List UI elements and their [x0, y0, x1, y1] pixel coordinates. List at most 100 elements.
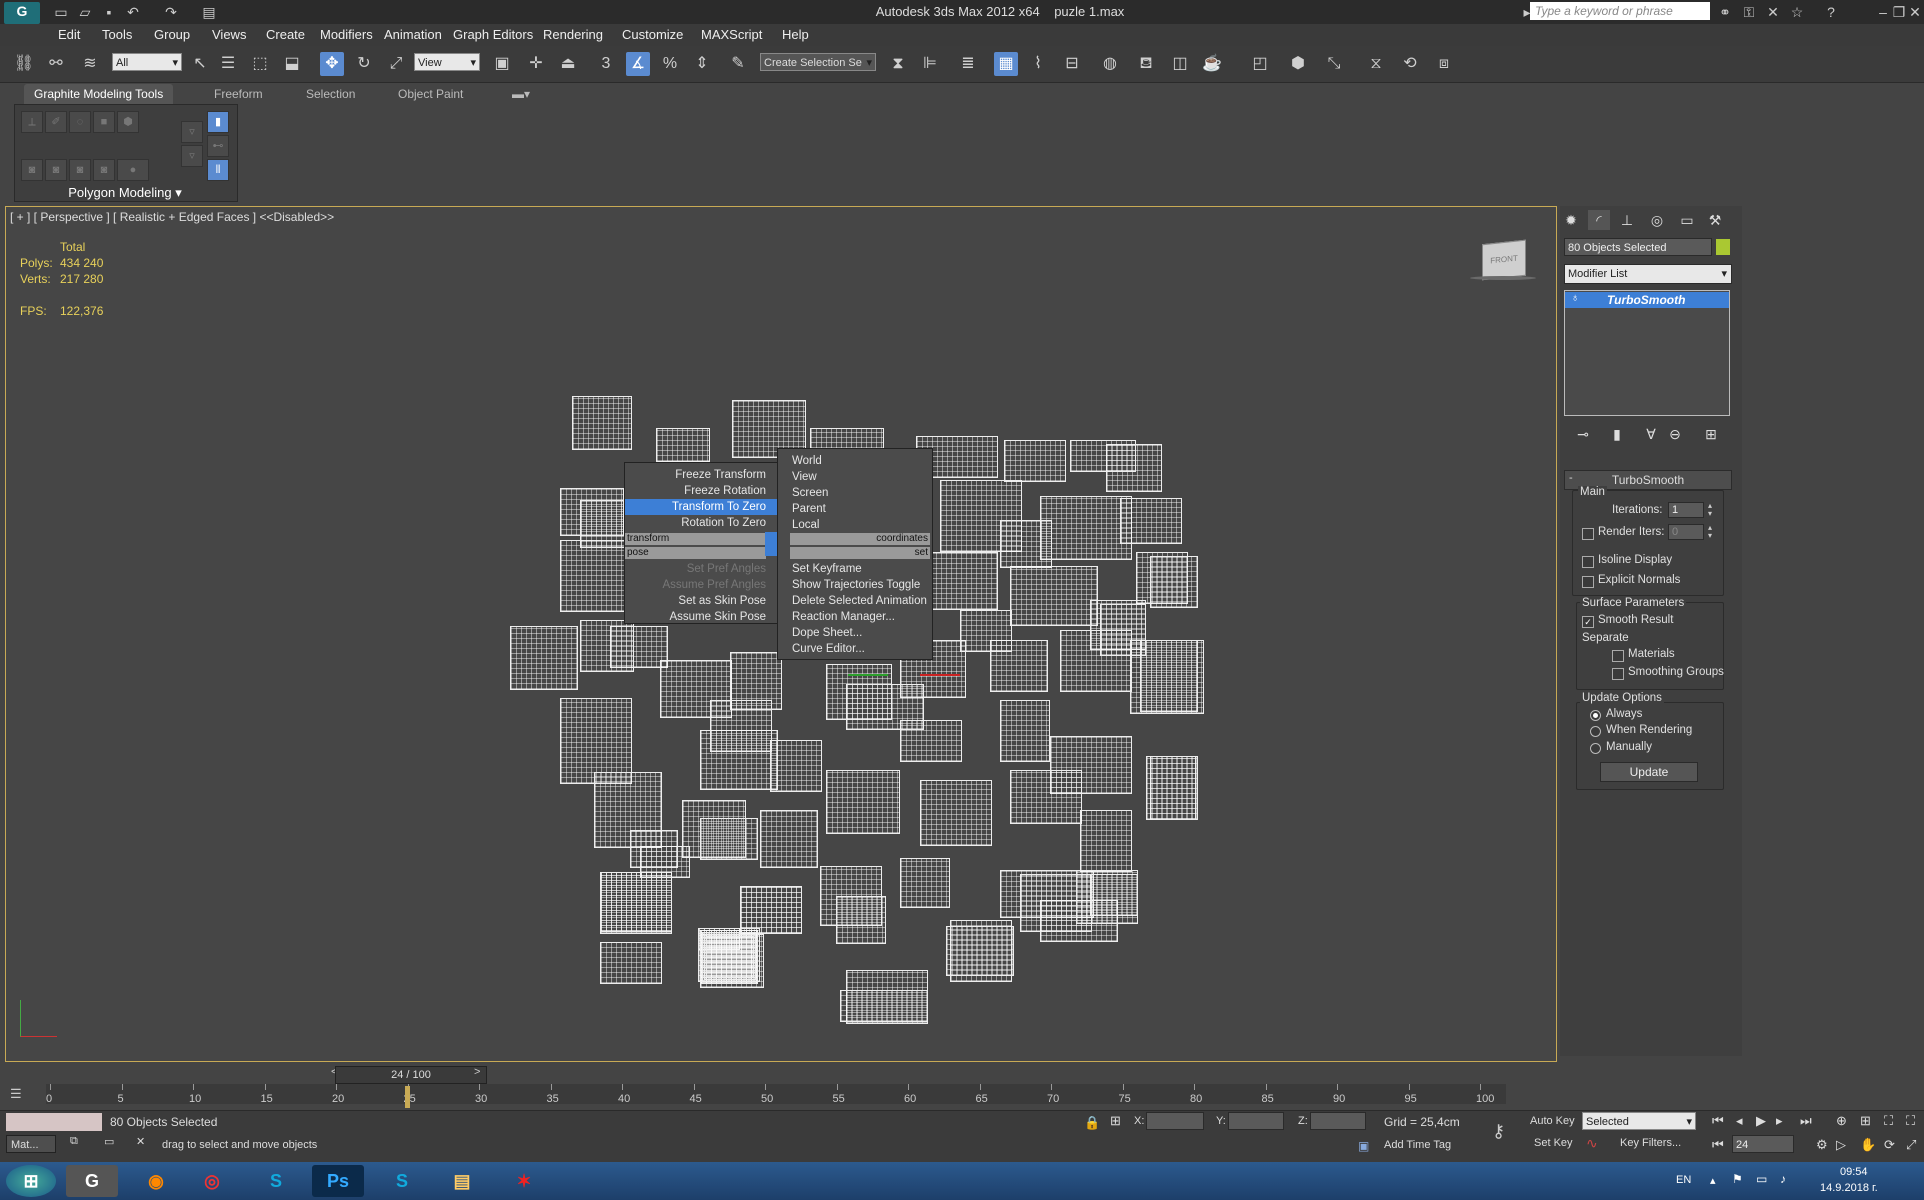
ribbon-tool-icon[interactable]: ✐	[45, 111, 67, 133]
window-max-icon[interactable]: ▭	[104, 1135, 114, 1148]
ribbon-tool-icon[interactable]: ▿	[181, 145, 203, 167]
new-file-icon[interactable]: ▭	[52, 3, 70, 21]
add-time-tag-button[interactable]: Add Time Tag	[1384, 1139, 1451, 1151]
curve-editor-icon[interactable]: ⌇	[1026, 52, 1050, 76]
explicit-normals-checkbox[interactable]	[1582, 576, 1594, 588]
unlink-icon[interactable]: ⚯	[44, 52, 68, 76]
puzzle-piece[interactable]	[846, 684, 924, 730]
quad-assume-pref-angles[interactable]: Assume Pref Angles	[662, 577, 766, 593]
quad-reaction-manager[interactable]: Reaction Manager...	[792, 609, 895, 625]
schematic-view-icon[interactable]: ⊟	[1060, 52, 1084, 76]
quad-assume-skin-pose[interactable]: Assume Skin Pose	[669, 609, 766, 625]
project-folder-icon[interactable]: ▤	[200, 3, 218, 21]
menu-create[interactable]: Create	[266, 27, 305, 42]
named-selection-dropdown[interactable]: Create Selection Se	[760, 53, 876, 72]
puzzle-piece[interactable]	[946, 926, 1014, 976]
ribbon-tool-icon[interactable]: ⫴	[207, 159, 229, 181]
ribbon-tool-icon[interactable]: ◙	[45, 159, 67, 181]
selection-filter-dropdown[interactable]: All	[112, 53, 182, 72]
modifier-list-dropdown[interactable]: Modifier List ▾	[1564, 264, 1732, 284]
percent-snap-icon[interactable]: %	[658, 52, 682, 76]
puzzle-piece[interactable]	[580, 620, 634, 672]
iterations-spinner[interactable]: ▴ ▾	[1708, 502, 1718, 518]
language-indicator[interactable]: EN	[1676, 1174, 1691, 1186]
time-tag-icon[interactable]: ▣	[1358, 1139, 1369, 1153]
app-splash-taskbar-icon[interactable]: ✶	[498, 1165, 550, 1197]
puzzle-piece[interactable]	[1076, 870, 1138, 924]
skype-alt-taskbar-icon[interactable]: S	[376, 1165, 428, 1197]
quad-set-pref-angles[interactable]: Set Pref Angles	[687, 561, 766, 577]
when-rendering-radio[interactable]	[1590, 726, 1601, 737]
motion-tab-icon[interactable]: ◎	[1646, 210, 1668, 230]
puzzle-piece[interactable]	[760, 810, 818, 868]
select-and-manipulate-icon[interactable]: ✛	[524, 52, 548, 76]
maxscript-listener-field[interactable]	[6, 1113, 102, 1131]
viewport-label[interactable]: [ + ] [ Perspective ] [ Realistic + Edge…	[10, 210, 334, 224]
favorites-star-icon[interactable]: ☆	[1788, 3, 1806, 21]
goto-end-icon[interactable]: ⏭	[1800, 1113, 1812, 1129]
tool-c-icon[interactable]: ⤡	[1322, 52, 1346, 76]
puzzle-piece[interactable]	[740, 886, 802, 934]
start-button-icon[interactable]: ⊞	[6, 1165, 56, 1197]
3dsmax-taskbar-icon[interactable]: G	[66, 1165, 118, 1197]
next-frame-icon[interactable]: ▸	[1776, 1113, 1783, 1129]
quad-freeze-transform[interactable]: Freeze Transform	[675, 467, 766, 483]
puzzle-piece[interactable]	[600, 872, 672, 932]
smooth-result-checkbox[interactable]: ✓	[1582, 616, 1594, 628]
puzzle-piece[interactable]	[1146, 756, 1196, 820]
snaps-toggle-icon[interactable]: 3	[594, 52, 618, 76]
quad-curve-editor[interactable]: Curve Editor...	[792, 641, 865, 657]
puzzle-piece[interactable]	[960, 610, 1012, 652]
quad-set-as-skin-pose[interactable]: Set as Skin Pose	[678, 593, 766, 609]
select-object-icon[interactable]: ↖	[188, 52, 212, 76]
puzzle-piece[interactable]	[1120, 498, 1182, 544]
clock-date[interactable]: 14.9.2018 г.	[1820, 1182, 1878, 1194]
menu-animation[interactable]: Animation	[384, 27, 442, 42]
flag-tray-icon[interactable]: ⚑	[1732, 1172, 1743, 1186]
track-bar[interactable]: 0510152025303540455055606570758085909510…	[46, 1084, 1506, 1105]
quad-screen[interactable]: Screen	[792, 485, 828, 501]
iterations-field[interactable]: 1	[1668, 502, 1704, 518]
puzzle-piece[interactable]	[1010, 566, 1098, 626]
always-radio[interactable]	[1590, 710, 1601, 721]
puzzle-piece[interactable]	[1080, 810, 1132, 872]
puzzle-piece[interactable]	[706, 936, 754, 978]
time-config-icon[interactable]: ⚙	[1816, 1137, 1828, 1153]
select-and-move-icon[interactable]: ✥	[320, 52, 344, 76]
ribbon-tool-icon[interactable]: ⬢	[117, 111, 139, 133]
render-setup-icon[interactable]: ⛾	[1134, 52, 1158, 76]
menu-group[interactable]: Group	[154, 27, 190, 42]
spinner-snap-icon[interactable]: ⇕	[690, 52, 714, 76]
quad-rotation-to-zero[interactable]: Rotation To Zero	[681, 515, 766, 531]
manually-radio[interactable]	[1590, 743, 1601, 754]
gizmo-x-axis[interactable]	[920, 674, 960, 676]
make-unique-icon[interactable]: ∀	[1640, 424, 1662, 444]
photoshop-taskbar-icon[interactable]: Ps	[312, 1165, 364, 1197]
menu-views[interactable]: Views	[212, 27, 246, 42]
puzzle-piece[interactable]	[900, 858, 950, 908]
puzzle-piece[interactable]	[826, 770, 900, 834]
rectangular-selection-icon[interactable]: ⬚	[248, 52, 272, 76]
puzzle-piece[interactable]	[572, 396, 632, 450]
reference-coordinate-dropdown[interactable]: View	[414, 53, 480, 72]
window-crossing-icon[interactable]: ⬓	[280, 52, 304, 76]
app-logo-icon[interactable]: G	[4, 2, 40, 24]
modify-tab-icon[interactable]: ◜	[1588, 210, 1610, 230]
volume-tray-icon[interactable]: ♪	[1780, 1172, 1786, 1186]
key-mode-dropdown[interactable]: Selected	[1582, 1112, 1696, 1131]
quad-delete-selected-animation[interactable]: Delete Selected Animation	[792, 593, 927, 609]
angle-snap-icon[interactable]: ∡	[626, 52, 650, 76]
close-icon[interactable]: ✕	[1906, 3, 1924, 21]
ribbon-options-icon[interactable]: ▬▾	[502, 84, 540, 104]
tab-graphite-modeling-tools[interactable]: Graphite Modeling Tools	[24, 84, 174, 104]
menu-edit[interactable]: Edit	[58, 27, 80, 42]
viewcube-compass-ring[interactable]	[1470, 276, 1536, 280]
quad-show-trajectories-toggle[interactable]: Show Trajectories Toggle	[792, 577, 920, 593]
maximize-viewport-icon[interactable]: ⤢	[1906, 1137, 1916, 1153]
puzzle-piece[interactable]	[600, 942, 662, 984]
tool-f-icon[interactable]: ⧈	[1432, 52, 1456, 76]
tool-e-icon[interactable]: ⟲	[1398, 52, 1422, 76]
redo-icon[interactable]: ↷	[162, 3, 180, 21]
chrome-taskbar-icon[interactable]: ◎	[186, 1165, 238, 1197]
absolute-mode-icon[interactable]: ⊞	[1110, 1113, 1121, 1129]
